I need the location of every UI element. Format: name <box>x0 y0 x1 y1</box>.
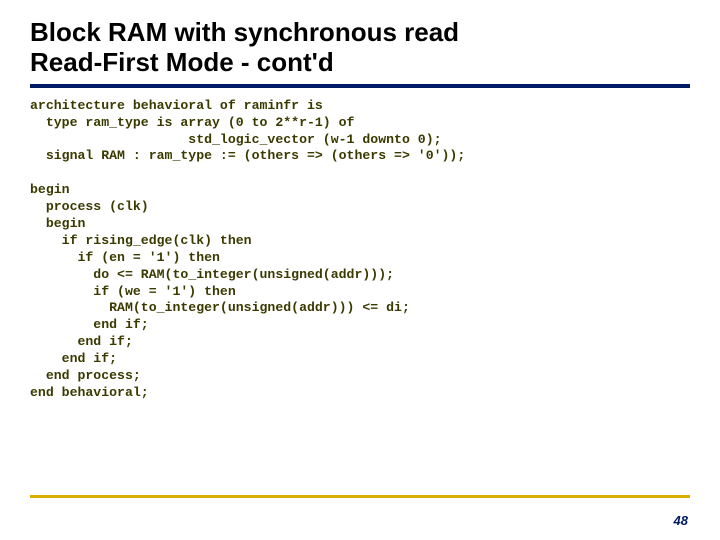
slide-title: Block RAM with synchronous read Read-Fir… <box>30 18 690 78</box>
footer-divider <box>30 495 690 498</box>
title-line-2: Read-First Mode - cont'd <box>30 47 334 77</box>
page-number: 48 <box>674 513 688 528</box>
code-listing: architecture behavioral of raminfr is ty… <box>30 98 690 402</box>
title-line-1: Block RAM with synchronous read <box>30 17 459 47</box>
slide-content: Block RAM with synchronous read Read-Fir… <box>0 0 720 402</box>
title-underline <box>30 84 690 88</box>
